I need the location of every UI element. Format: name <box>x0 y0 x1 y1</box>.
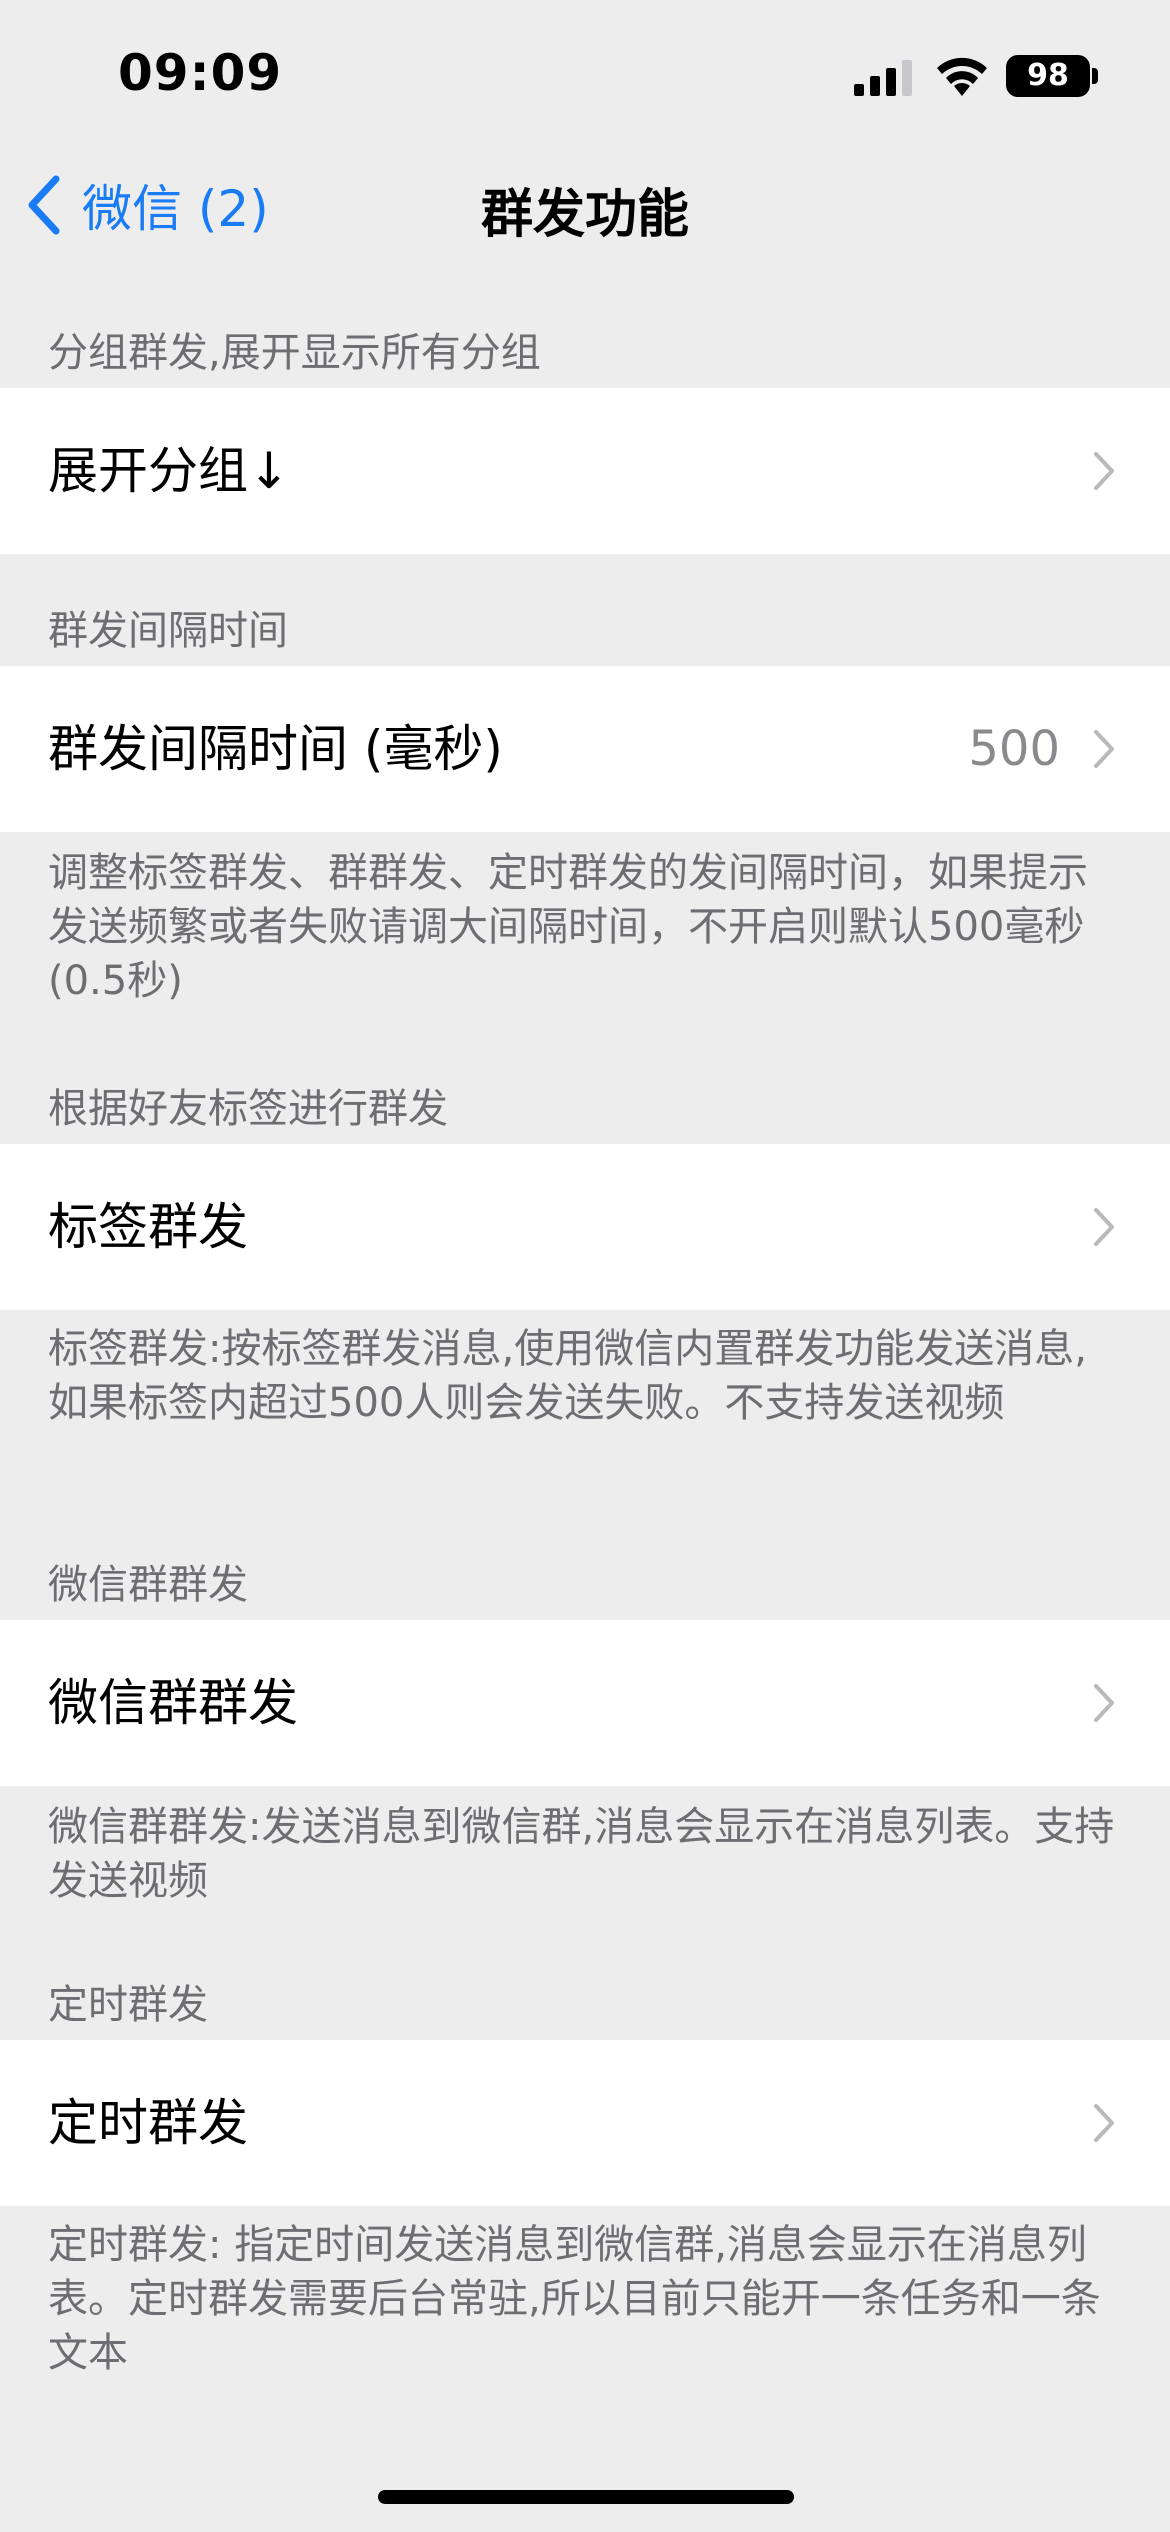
chevron-right-icon <box>1094 1684 1114 1722</box>
send-interval-value: 500 <box>968 721 1060 777</box>
battery-tip <box>1092 68 1098 84</box>
row-label: 标签群发 <box>48 1198 248 1256</box>
back-button[interactable]: 微信 (2) <box>24 170 269 240</box>
chevron-right-icon <box>1094 2104 1114 2142</box>
wechat-group-broadcast-row[interactable]: 微信群群发 <box>0 1620 1170 1786</box>
section-footer-scheduled: 定时群发: 指定时间发送消息到微信群,消息会显示在消息列表。定时群发需要后台常驻… <box>48 2222 1101 2376</box>
scheduled-broadcast-row[interactable]: 定时群发 <box>0 2040 1170 2206</box>
section-header-scheduled: 定时群发 <box>48 1982 208 2028</box>
home-indicator[interactable] <box>378 2490 794 2504</box>
section-header-tag: 根据好友标签进行群发 <box>48 1086 448 1132</box>
section-footer-tag: 标签群发:按标签群发消息,使用微信内置群发功能发送消息,如果标签内超过500人则… <box>48 1326 1087 1426</box>
expand-groups-row[interactable]: 展开分组↓ <box>0 388 1170 554</box>
section-header-interval: 群发间隔时间 <box>48 608 288 654</box>
screen: 09:09 98 微信 (2) 群发功能 分组群发,展开显示所有分组 展开分组↓… <box>0 0 1170 2532</box>
section-header-group: 分组群发,展开显示所有分组 <box>48 330 541 376</box>
chevron-right-icon <box>1094 730 1114 768</box>
wifi-icon <box>937 57 987 96</box>
send-interval-row[interactable]: 群发间隔时间 (毫秒) 500 <box>0 666 1170 832</box>
section-footer-interval: 调整标签群发、群群发、定时群发的发间隔时间，如果提示发送频繁或者失败请调大间隔时… <box>48 850 1088 1004</box>
chevron-left-icon <box>28 175 60 235</box>
back-button-label: 微信 (2) <box>82 180 269 238</box>
section-header-wechat-group: 微信群群发 <box>48 1562 248 1608</box>
cellular-signal-icon <box>854 60 912 96</box>
section-footer-wechat-group: 微信群群发:发送消息到微信群,消息会显示在消息列表。支持发送视频 <box>48 1804 1115 1904</box>
row-label: 展开分组↓ <box>48 442 290 500</box>
chevron-right-icon <box>1094 1208 1114 1246</box>
battery-indicator: 98 <box>1006 55 1090 97</box>
row-label: 群发间隔时间 (毫秒) <box>48 720 503 778</box>
status-time: 09:09 <box>118 44 283 102</box>
row-label: 定时群发 <box>48 2094 248 2152</box>
row-label: 微信群群发 <box>48 1674 298 1732</box>
chevron-right-icon <box>1094 452 1114 490</box>
tag-broadcast-row[interactable]: 标签群发 <box>0 1144 1170 1310</box>
